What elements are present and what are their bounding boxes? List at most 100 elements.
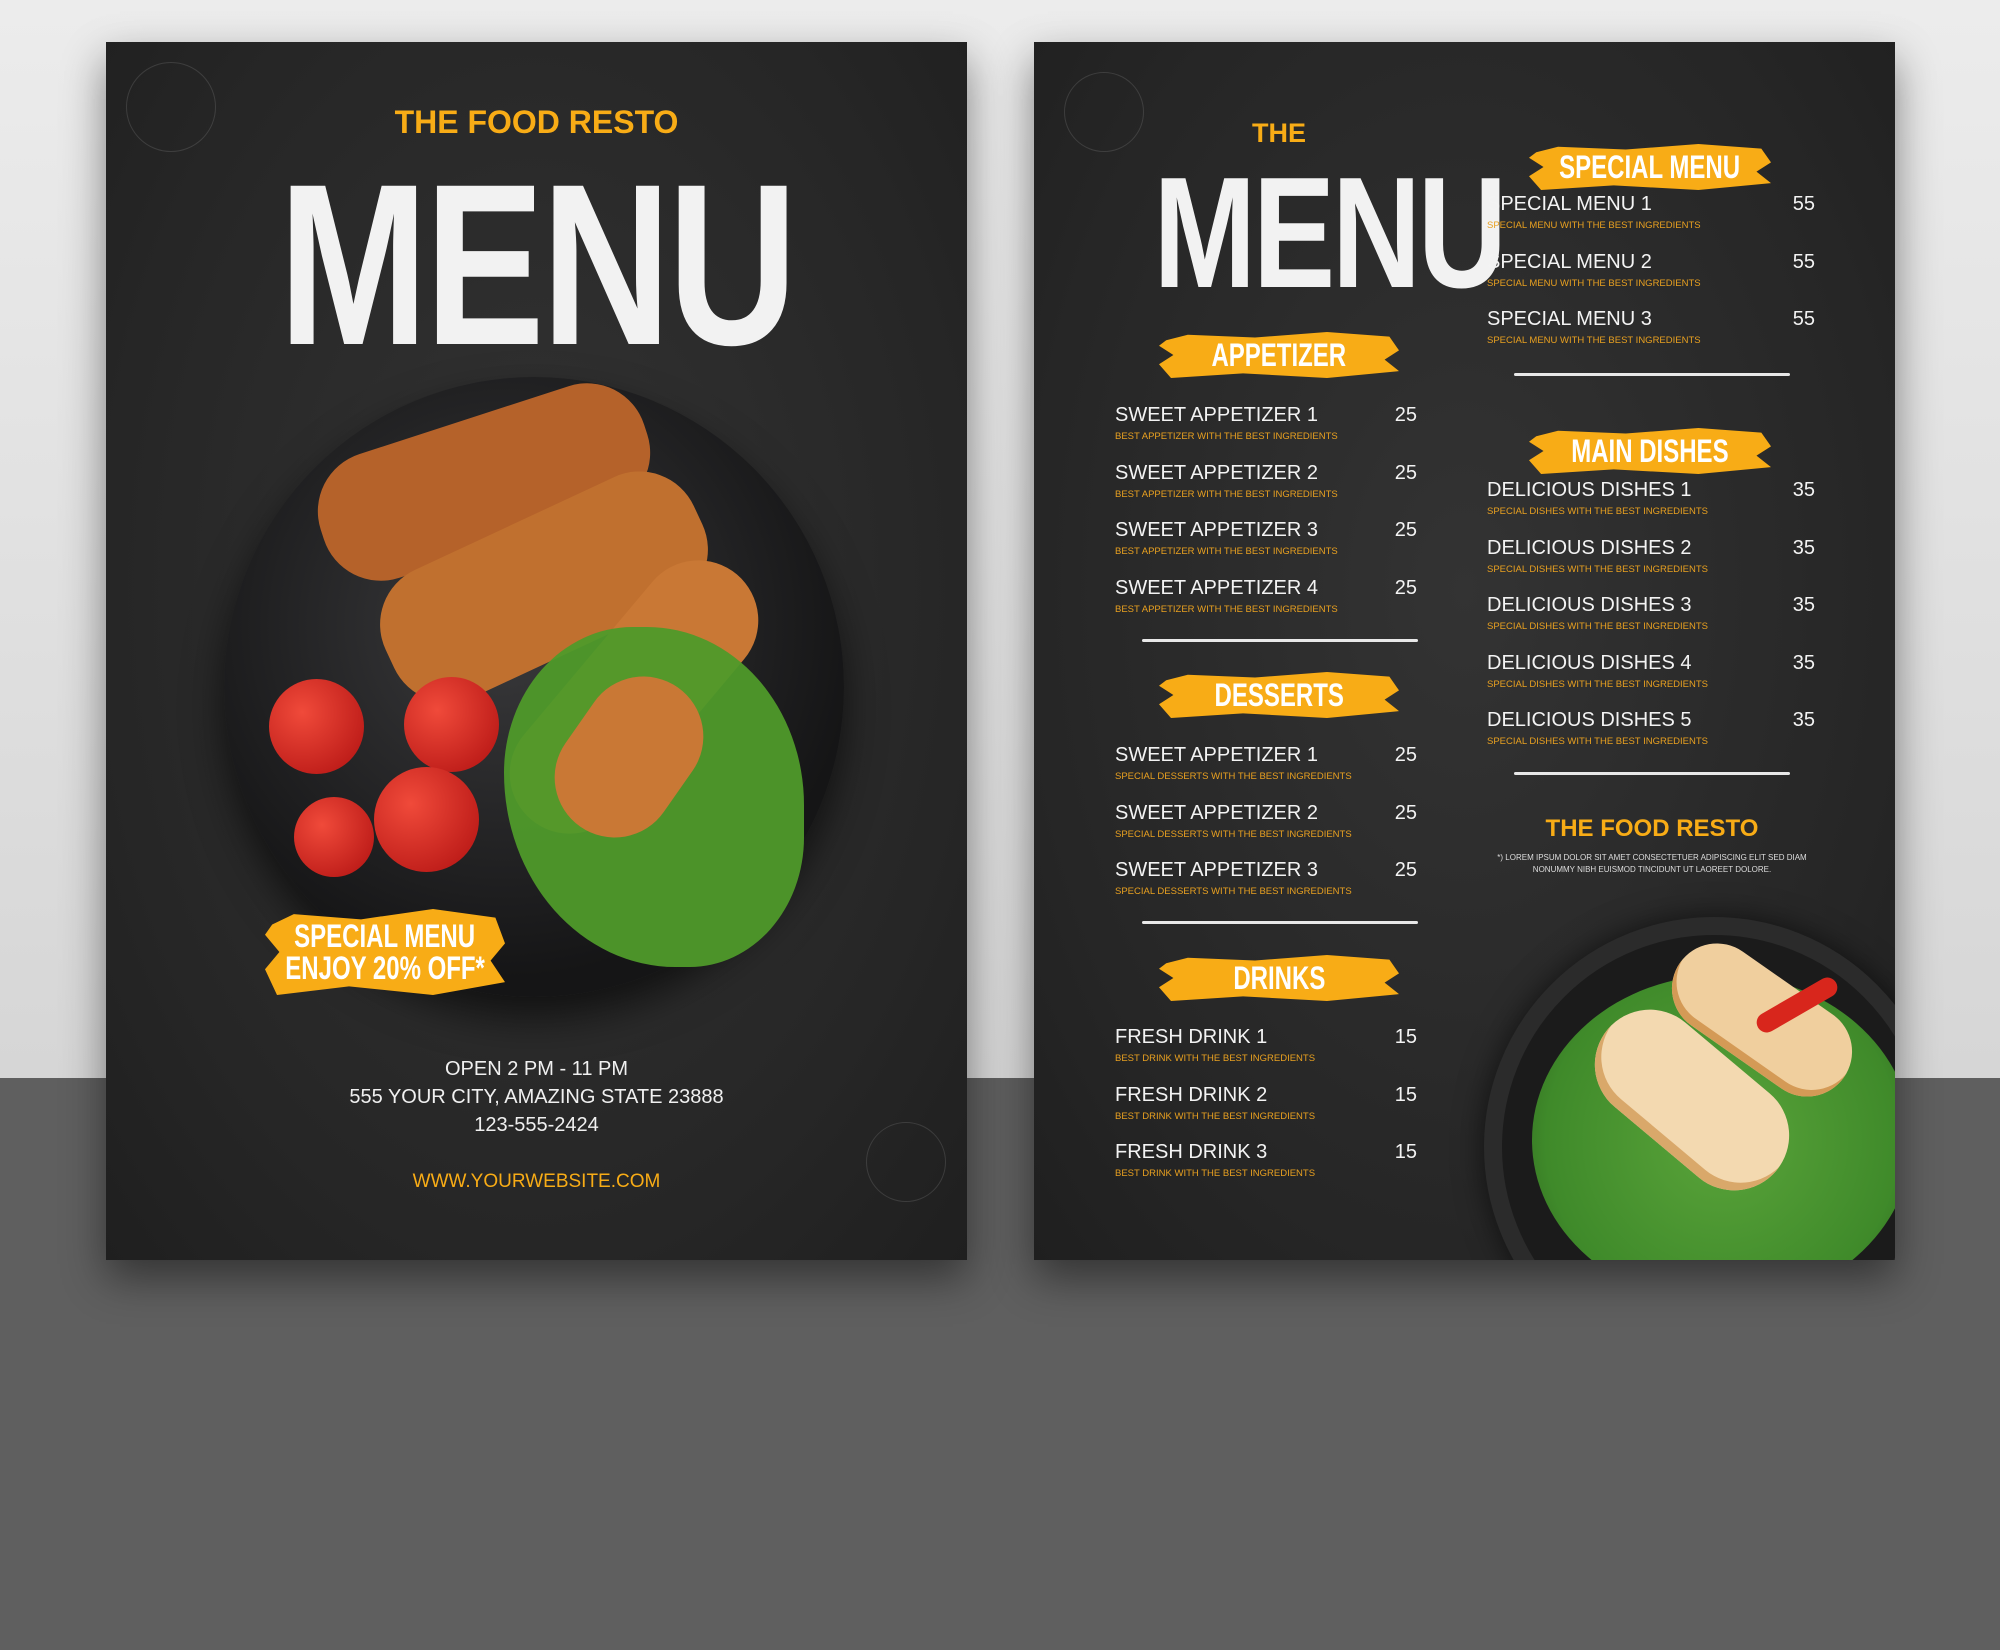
desserts-list: SWEET APPETIZER 1 SPECIAL DESSERTS WITH T… (1115, 744, 1417, 917)
item-price: 15 (1394, 1083, 1417, 1106)
item-name: SPECIAL MENU 2 (1487, 250, 1652, 273)
menu-item: DELICIOUS DISHES 5 SPECIAL DISHES WITH TH… (1487, 709, 1815, 767)
heading-label: SPECIAL MENU (1559, 148, 1741, 185)
desserts-heading: DESSERTS (1159, 672, 1399, 718)
item-price: 25 (1394, 859, 1417, 881)
item-name: DELICIOUS DISHES 5 (1487, 709, 1692, 731)
menu-item: SWEET APPETIZER 3 BEST APPETIZER WITH THE… (1115, 519, 1417, 577)
item-name: FRESH DRINK 1 (1115, 1026, 1268, 1048)
promo-line-1: SPECIAL MENU (294, 918, 476, 954)
divider (1142, 639, 1418, 642)
item-description: BEST APPETIZER WITH THE BEST INGREDIENTS (1115, 431, 1338, 442)
item-description: SPECIAL MENU WITH THE BEST INGREDIENTS (1487, 277, 1701, 289)
menu-cover-page: THE FOOD RESTO MENU SPECIAL MENU ENJOY 2… (106, 42, 967, 1260)
website-link[interactable]: WWW.YOURWEBSITE.COM (106, 1171, 967, 1193)
item-description: SPECIAL DISHES WITH THE BEST INGREDIENTS (1487, 506, 1709, 517)
menu-item: DELICIOUS DISHES 1 SPECIAL DISHES WITH TH… (1487, 479, 1815, 537)
item-description: BEST DRINK WITH THE BEST INGREDIENTS (1115, 1168, 1316, 1179)
item-name: SWEET APPETIZER 3 (1115, 519, 1319, 541)
item-price: 35 (1792, 594, 1815, 616)
main-dishes-list: DELICIOUS DISHES 1 SPECIAL DISHES WITH TH… (1487, 479, 1815, 767)
drinks-heading: DRINKS (1159, 955, 1399, 1001)
item-price: 55 (1792, 250, 1815, 273)
item-price: 25 (1394, 744, 1417, 766)
appetizer-list: SWEET APPETIZER 1 BEST APPETIZER WITH THE… (1115, 404, 1417, 634)
item-description: BEST APPETIZER WITH THE BEST INGREDIENTS (1115, 546, 1338, 557)
menu-item: SPECIAL MENU 1 SPECIAL MENU WITH THE BEST… (1487, 193, 1815, 251)
menu-item: FRESH DRINK 1 BEST DRINK WITH THE BEST IN… (1115, 1026, 1417, 1084)
item-price: 25 (1394, 519, 1417, 541)
contact-info: OPEN 2 PM - 11 PM 555 YOUR CITY, AMAZING… (106, 1055, 967, 1139)
address: 555 YOUR CITY, AMAZING STATE 23888 (349, 1086, 724, 1108)
item-name: DELICIOUS DISHES 4 (1487, 651, 1692, 674)
menu-item: SWEET APPETIZER 2 SPECIAL DESSERTS WITH T… (1115, 802, 1417, 860)
appetizer-heading: APPETIZER (1159, 332, 1399, 378)
item-price: 35 (1792, 479, 1815, 501)
item-price: 25 (1394, 461, 1417, 484)
item-price: 25 (1394, 801, 1417, 824)
item-name: SWEET APPETIZER 1 (1115, 744, 1319, 766)
divider (1142, 921, 1418, 924)
item-description: BEST DRINK WITH THE BEST INGREDIENTS (1115, 1053, 1316, 1064)
promo-badge: SPECIAL MENU ENJOY 20% OFF* (265, 909, 505, 995)
item-price: 25 (1394, 576, 1417, 599)
item-name: SPECIAL MENU 3 (1487, 308, 1652, 330)
chicken-pan-image (1484, 917, 1895, 1260)
item-name: SWEET APPETIZER 4 (1115, 576, 1319, 599)
heading-label: MAIN DISHES (1571, 432, 1729, 469)
footnote: *) LOREM IPSUM DOLOR SIT AMET CONSECTETU… (1474, 852, 1830, 876)
item-description: SPECIAL DISHES WITH THE BEST INGREDIENTS (1487, 621, 1709, 632)
item-description: SPECIAL DISHES WITH THE BEST INGREDIENTS (1487, 563, 1709, 575)
heading-label: NONUMMY NIBH EUISMOD TINCIDUNT UT LAOREE… (1532, 865, 1772, 874)
cover-title: MENU (278, 136, 798, 393)
heading-label: DESSERTS (1214, 676, 1344, 713)
menu-inside-page: THE MENU APPETIZER SWEET APPETIZER 1 BEST… (1034, 42, 1895, 1260)
item-description: BEST DRINK WITH THE BEST INGREDIENTS (1115, 1110, 1316, 1122)
item-description: SPECIAL MENU WITH THE BEST INGREDIENTS (1487, 220, 1701, 231)
item-name: SWEET APPETIZER 2 (1115, 801, 1319, 824)
divider (1514, 772, 1790, 775)
item-name: SPECIAL MENU 1 (1487, 193, 1652, 215)
item-description: SPECIAL DESSERTS WITH THE BEST INGREDIEN… (1115, 771, 1352, 782)
item-name: DELICIOUS DISHES 1 (1487, 479, 1692, 501)
special-menu-heading: SPECIAL MENU (1529, 144, 1771, 190)
drinks-list: FRESH DRINK 1 BEST DRINK WITH THE BEST IN… (1115, 1026, 1417, 1199)
item-description: SPECIAL DISHES WITH THE BEST INGREDIENTS (1487, 678, 1709, 690)
item-name: SWEET APPETIZER 2 (1115, 461, 1319, 484)
item-price: 55 (1792, 308, 1815, 330)
phone: 123-555-2424 (474, 1114, 599, 1136)
main-dishes-heading: MAIN DISHES (1529, 428, 1771, 474)
special-menu-list: SPECIAL MENU 1 SPECIAL MENU WITH THE BEST… (1487, 193, 1815, 366)
item-description: SPECIAL MENU WITH THE BEST INGREDIENTS (1487, 335, 1701, 346)
heading-label: *) LOREM IPSUM DOLOR SIT AMET CONSECTETU… (1497, 853, 1807, 862)
opening-hours: OPEN 2 PM - 11 PM (444, 1058, 628, 1080)
item-price: 35 (1792, 536, 1815, 559)
heading-label: APPETIZER (1211, 336, 1347, 373)
item-name: SWEET APPETIZER 1 (1115, 404, 1319, 426)
item-price: 35 (1792, 709, 1815, 731)
menu-item: SWEET APPETIZER 1 BEST APPETIZER WITH THE… (1115, 404, 1417, 462)
item-description: SPECIAL DESSERTS WITH THE BEST INGREDIEN… (1115, 828, 1352, 840)
item-price: 35 (1792, 651, 1815, 674)
menu-item: SPECIAL MENU 3 SPECIAL MENU WITH THE BEST… (1487, 308, 1815, 366)
item-description: BEST APPETIZER WITH THE BEST INGREDIENTS (1115, 603, 1338, 615)
item-name: DELICIOUS DISHES 3 (1487, 594, 1692, 616)
item-description: SPECIAL DESSERTS WITH THE BEST INGREDIEN… (1115, 886, 1352, 897)
heading-label: DRINKS (1232, 959, 1325, 996)
footer-brand: THE FOOD RESTO (1545, 815, 1759, 842)
promo-line-2: ENJOY 20% OFF* (285, 950, 485, 986)
item-name: SWEET APPETIZER 3 (1115, 859, 1319, 881)
item-price: 55 (1792, 193, 1815, 215)
item-price: 15 (1394, 1141, 1417, 1163)
inside-title: MENU (1153, 145, 1507, 321)
menu-item: SWEET APPETIZER 3 SPECIAL DESSERTS WITH T… (1115, 859, 1417, 917)
menu-item: SPECIAL MENU 2 SPECIAL MENU WITH THE BEST… (1487, 251, 1815, 309)
menu-item: SWEET APPETIZER 1 SPECIAL DESSERTS WITH T… (1115, 744, 1417, 802)
item-name: DELICIOUS DISHES 2 (1487, 536, 1692, 559)
item-name: FRESH DRINK 2 (1115, 1083, 1268, 1106)
item-price: 15 (1394, 1026, 1417, 1048)
item-name: FRESH DRINK 3 (1115, 1141, 1268, 1163)
menu-item: DELICIOUS DISHES 4 SPECIAL DISHES WITH TH… (1487, 652, 1815, 710)
menu-item: FRESH DRINK 3 BEST DRINK WITH THE BEST IN… (1115, 1141, 1417, 1199)
menu-item: FRESH DRINK 2 BEST DRINK WITH THE BEST IN… (1115, 1084, 1417, 1142)
